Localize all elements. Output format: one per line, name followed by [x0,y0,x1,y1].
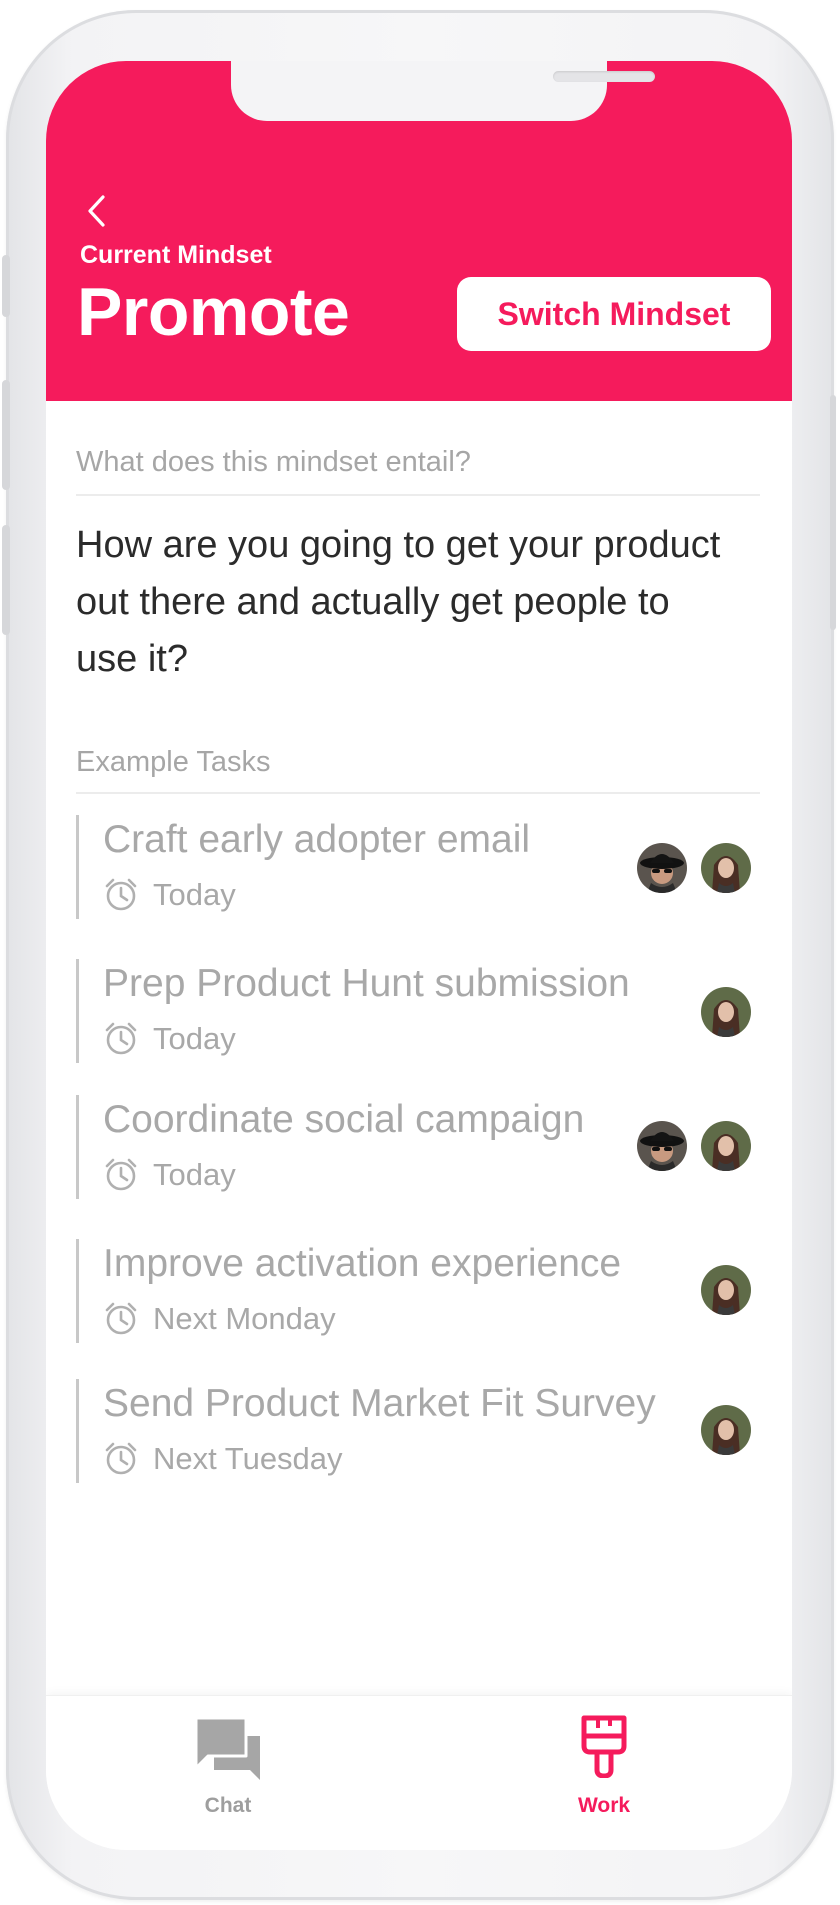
chat-bubbles-icon [194,1716,260,1780]
woman-long-hair-avatar [699,985,753,1039]
woman-long-hair-avatar [699,1119,753,1173]
task-item[interactable]: Coordinate social campaign Today [76,1095,763,1199]
task-item[interactable]: Send Product Market Fit Survey Next Tues… [76,1379,763,1483]
task-due-text: Today [153,1157,236,1192]
task-due-text: Next Tuesday [153,1441,343,1476]
phone-volume-down-button [2,525,10,635]
divider [76,494,760,496]
phone-speaker [553,71,655,82]
alarm-clock-icon [105,1442,137,1475]
task-title: Prep Product Hunt submission [103,962,630,1005]
task-due: Next Monday [103,1299,336,1339]
phone-power-button [830,395,836,630]
task-item[interactable]: Improve activation experience Next Monda… [76,1239,763,1343]
woman-long-hair-avatar [699,841,753,895]
mindset-description: How are you going to get your product ou… [76,524,721,680]
woman-long-hair-avatar [699,1403,753,1457]
task-due: Next Tuesday [103,1439,343,1479]
woman-hat-sunglasses-avatar [635,841,689,895]
woman-hat-sunglasses-avatar [635,1119,689,1173]
mindset-title: Promote [77,274,350,350]
current-mindset-label: Current Mindset [80,241,272,269]
task-due-text: Today [153,1021,236,1056]
divider [76,792,760,794]
woman-long-hair-avatar [699,1263,753,1317]
task-due: Today [103,875,236,915]
example-tasks-label: Example Tasks [76,746,271,778]
alarm-clock-icon [105,1302,137,1335]
alarm-clock-icon [105,1022,137,1055]
phone-notch [231,61,655,121]
task-due: Today [103,1019,236,1059]
nav-label-chat: Chat [204,1794,252,1817]
nav-item-work[interactable]: Work [544,1714,664,1824]
task-title: Coordinate social campaign [103,1098,585,1141]
task-title: Craft early adopter email [103,818,531,861]
bottom-nav: Chat Work [46,1695,792,1850]
chevron-left-icon[interactable] [79,191,119,231]
phone-volume-up-button [2,380,10,490]
task-title: Send Product Market Fit Survey [103,1382,656,1425]
task-due-text: Today [153,877,236,912]
mindset-question-label: What does this mindset entail? [76,446,471,478]
alarm-clock-icon [105,1158,137,1191]
switch-mindset-button[interactable]: Switch Mindset [457,277,771,351]
paint-brush-icon [581,1715,627,1778]
phone-side-button [2,255,10,317]
task-due-text: Next Monday [153,1301,336,1336]
task-item[interactable]: Prep Product Hunt submission Today [76,959,763,1063]
task-due: Today [103,1155,236,1195]
nav-label-work: Work [577,1794,631,1817]
nav-item-chat[interactable]: Chat [168,1714,288,1824]
phone-screen: Current Mindset Promote Switch Mindset W… [46,61,792,1850]
task-title: Improve activation experience [103,1242,622,1285]
task-item[interactable]: Craft early adopter email Today [76,815,763,919]
alarm-clock-icon [105,878,137,911]
